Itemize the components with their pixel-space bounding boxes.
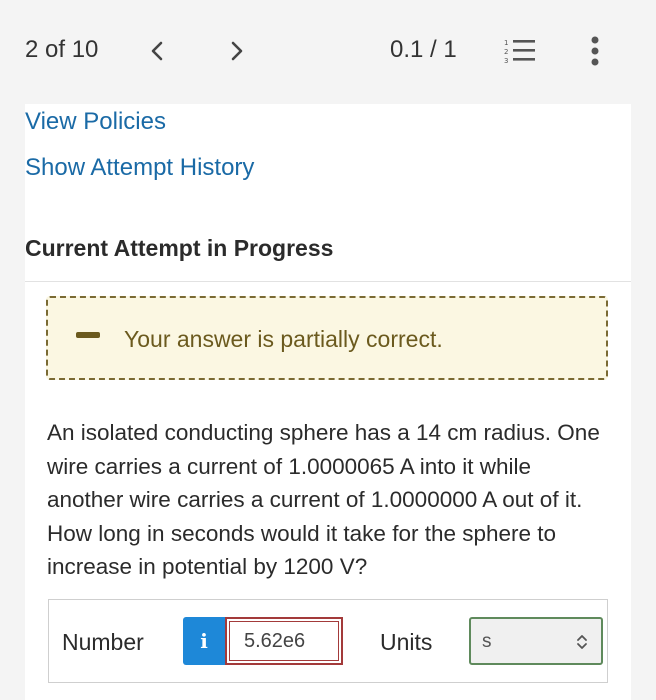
svg-text:3: 3 — [504, 57, 508, 65]
chevron-left-icon — [151, 41, 163, 61]
question-list-button[interactable]: 1 2 3 — [503, 37, 537, 65]
more-vertical-icon — [591, 36, 599, 66]
units-select[interactable]: s — [469, 617, 603, 665]
minus-icon — [76, 332, 100, 338]
number-label: Number — [62, 629, 144, 655]
info-button[interactable]: i — [183, 617, 225, 665]
units-label: Units — [380, 629, 433, 655]
number-input-value[interactable]: 5.62e6 — [229, 621, 339, 661]
question-panel: View Policies Show Attempt History Curre… — [25, 104, 631, 700]
svg-text:2: 2 — [504, 48, 508, 56]
divider — [25, 281, 631, 282]
feedback-message: Your answer is partially correct. — [124, 326, 443, 352]
select-arrows-icon — [577, 635, 587, 649]
question-counter: 2 of 10 — [25, 36, 99, 63]
numbered-list-icon: 1 2 3 — [504, 39, 535, 65]
answer-row: Number i 5.62e6 Units s — [48, 599, 608, 683]
next-question-button[interactable] — [225, 36, 249, 66]
top-bar: 2 of 10 0.1 / 1 1 2 3 — [0, 0, 656, 104]
section-title: Current Attempt in Progress — [25, 235, 334, 261]
score-display: 0.1 / 1 — [390, 36, 457, 63]
feedback-banner: Your answer is partially correct. — [46, 296, 608, 380]
show-attempt-history-link[interactable]: Show Attempt History — [25, 154, 254, 182]
info-icon: i — [200, 629, 208, 653]
number-input[interactable]: 5.62e6 — [225, 617, 343, 665]
units-selected-value: s — [482, 631, 492, 652]
view-policies-link[interactable]: View Policies — [25, 108, 166, 136]
chevron-right-icon — [231, 41, 243, 61]
more-options-button[interactable] — [585, 34, 605, 68]
question-text: An isolated conducting sphere has a 14 c… — [47, 420, 600, 579]
svg-text:1: 1 — [504, 39, 508, 47]
previous-question-button[interactable] — [145, 36, 169, 66]
